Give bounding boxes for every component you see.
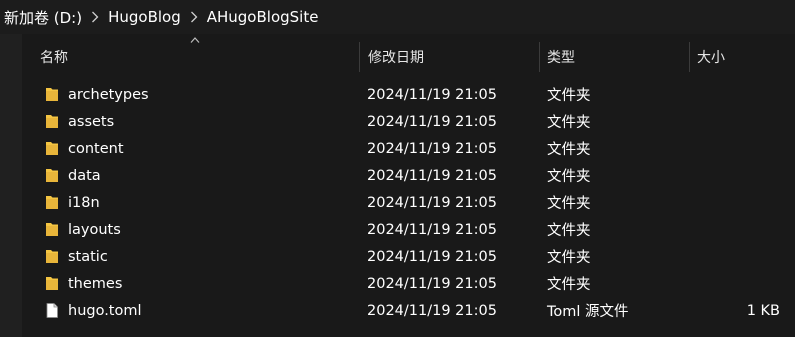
column-header-name[interactable]: 名称 — [40, 40, 358, 74]
breadcrumb[interactable]: 新加卷 (D:) HugoBlog AHugoBlogSite — [0, 0, 795, 34]
file-size: 1 KB — [746, 302, 780, 319]
file-date: 2024/11/19 21:05 — [367, 194, 497, 211]
file-list: 名称 修改日期 类型 大小 archetypes 2024/11/19 21:0… — [22, 34, 795, 337]
breadcrumb-item-hugoblog[interactable]: HugoBlog — [108, 0, 181, 34]
file-icon — [46, 303, 58, 318]
file-date: 2024/11/19 21:05 — [367, 113, 497, 130]
column-divider[interactable] — [359, 42, 360, 72]
folder-icon — [46, 169, 58, 182]
column-header-date-label: 修改日期 — [368, 50, 424, 66]
file-date: 2024/11/19 21:05 — [367, 86, 497, 103]
folder-icon — [46, 196, 58, 209]
file-type: Toml 源文件 — [547, 304, 629, 320]
file-type: 文件夹 — [547, 250, 591, 266]
table-row[interactable]: static 2024/11/19 21:05 文件夹 — [22, 243, 795, 270]
column-header-row: 名称 修改日期 类型 大小 — [22, 37, 795, 74]
file-date: 2024/11/19 21:05 — [367, 248, 497, 265]
column-divider[interactable] — [539, 42, 540, 72]
chevron-right-icon[interactable] — [181, 0, 207, 34]
file-name: themes — [68, 275, 123, 292]
file-type: 文件夹 — [547, 169, 591, 185]
file-type: 文件夹 — [547, 88, 591, 104]
navigation-pane-edge — [0, 34, 22, 337]
column-header-name-label: 名称 — [40, 50, 68, 66]
file-type: 文件夹 — [547, 277, 591, 293]
file-date: 2024/11/19 21:05 — [367, 167, 497, 184]
column-header-size-label: 大小 — [697, 50, 725, 66]
file-date: 2024/11/19 21:05 — [367, 302, 497, 319]
table-row[interactable]: i18n 2024/11/19 21:05 文件夹 — [22, 189, 795, 216]
folder-icon — [46, 223, 58, 236]
file-type: 文件夹 — [547, 142, 591, 158]
folder-icon — [46, 88, 58, 101]
file-explorer-window: 新加卷 (D:) HugoBlog AHugoBlogSite 名称 修改日期 — [0, 0, 795, 337]
file-type: 文件夹 — [547, 115, 591, 131]
column-divider[interactable] — [689, 42, 690, 72]
file-name: i18n — [68, 194, 100, 211]
folder-icon — [46, 277, 58, 290]
file-type: 文件夹 — [547, 196, 591, 212]
file-type: 文件夹 — [547, 223, 591, 239]
column-header-size[interactable]: 大小 — [697, 40, 787, 74]
file-name: hugo.toml — [68, 302, 142, 319]
file-date: 2024/11/19 21:05 — [367, 275, 497, 292]
folder-icon — [46, 142, 58, 155]
folder-icon — [46, 115, 58, 128]
file-rows: archetypes 2024/11/19 21:05 文件夹 assets 2… — [22, 81, 795, 324]
file-name: content — [68, 140, 124, 157]
table-row[interactable]: content 2024/11/19 21:05 文件夹 — [22, 135, 795, 162]
folder-icon — [46, 250, 58, 263]
table-row[interactable]: themes 2024/11/19 21:05 文件夹 — [22, 270, 795, 297]
chevron-right-icon[interactable] — [82, 0, 108, 34]
table-row[interactable]: hugo.toml 2024/11/19 21:05 Toml 源文件 1 KB — [22, 297, 795, 324]
column-header-type[interactable]: 类型 — [547, 40, 687, 74]
file-date: 2024/11/19 21:05 — [367, 140, 497, 157]
file-name: layouts — [68, 221, 121, 238]
column-header-date[interactable]: 修改日期 — [368, 40, 538, 74]
file-name: assets — [68, 113, 115, 130]
table-row[interactable]: data 2024/11/19 21:05 文件夹 — [22, 162, 795, 189]
file-name: data — [68, 167, 101, 184]
table-row[interactable]: layouts 2024/11/19 21:05 文件夹 — [22, 216, 795, 243]
table-row[interactable]: assets 2024/11/19 21:05 文件夹 — [22, 108, 795, 135]
column-header-type-label: 类型 — [547, 50, 575, 66]
file-date: 2024/11/19 21:05 — [367, 221, 497, 238]
table-row[interactable]: archetypes 2024/11/19 21:05 文件夹 — [22, 81, 795, 108]
breadcrumb-item-current[interactable]: AHugoBlogSite — [207, 0, 319, 34]
file-name: static — [68, 248, 108, 265]
file-name: archetypes — [68, 86, 149, 103]
breadcrumb-item-drive[interactable]: 新加卷 (D:) — [4, 0, 82, 34]
